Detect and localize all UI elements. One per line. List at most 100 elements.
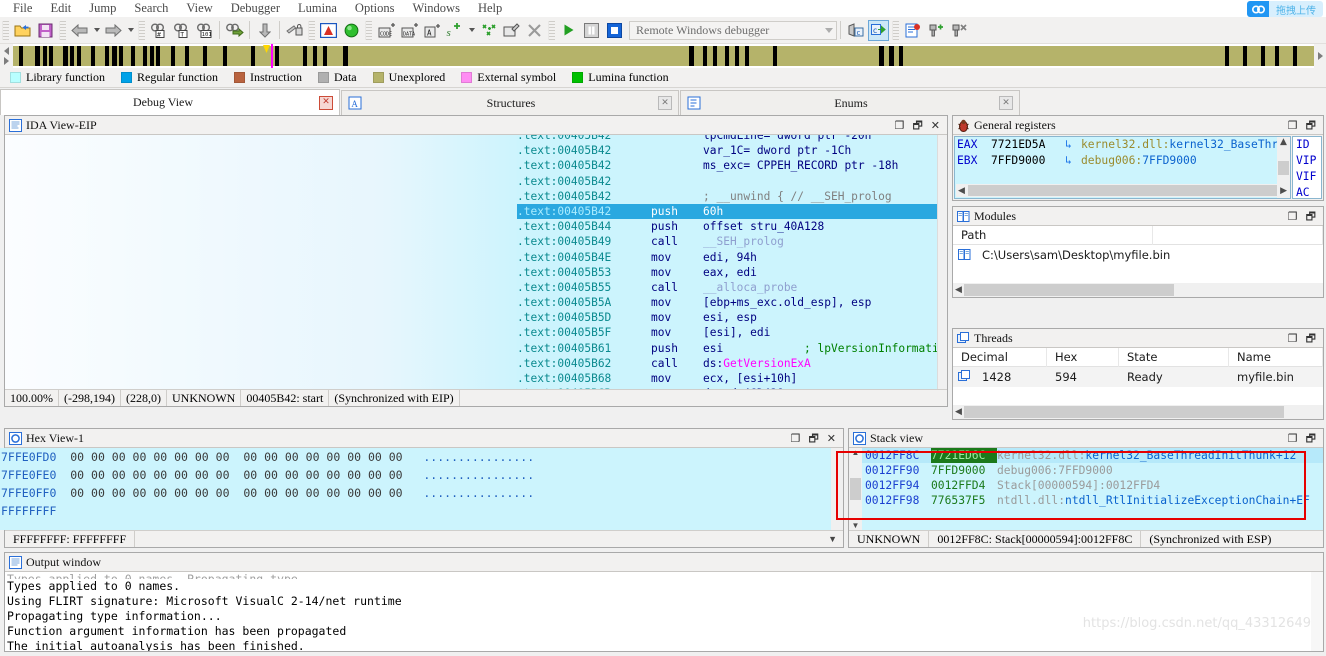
restore-icon[interactable]: 🗗 bbox=[808, 433, 818, 444]
scroll-thumb[interactable] bbox=[850, 478, 861, 500]
menu-item-search[interactable]: Search bbox=[125, 0, 177, 17]
maximize-icon[interactable]: ❐ bbox=[791, 433, 801, 444]
open-file-button[interactable] bbox=[12, 20, 33, 41]
registers-list[interactable]: EAX 7721ED5A ↳ kernel32.dll:kernel32_BaseTh… bbox=[954, 136, 1291, 199]
edit-function-button[interactable] bbox=[501, 20, 522, 41]
make-struct-button[interactable]: s bbox=[444, 20, 465, 41]
stack-description[interactable]: Stack[00000594]:0012FFD4 bbox=[997, 478, 1160, 493]
registers-hscrollbar[interactable]: ◀ ▶ bbox=[956, 184, 1289, 197]
modules-column-extra[interactable] bbox=[1153, 226, 1323, 245]
disassembly-line[interactable]: .text:00405B4E mov edi, 94h bbox=[517, 250, 937, 265]
disassembly-line[interactable]: .text:00405B5F mov [esi], edi bbox=[517, 325, 937, 340]
threads-column-name[interactable]: Name bbox=[1229, 348, 1323, 367]
make-ascii-button[interactable]: A bbox=[421, 20, 442, 41]
hex-bytes[interactable]: 00 00 00 00 00 00 00 00 00 00 00 00 00 0… bbox=[70, 450, 402, 464]
stack-row[interactable]: 0012FF94 0012FFD4 Stack[00000594]:0012FFD4 bbox=[862, 478, 1323, 493]
toolbar-grip[interactable] bbox=[2, 20, 9, 40]
menu-item-help[interactable]: Help bbox=[469, 0, 511, 17]
scroll-right-icon[interactable]: ▶ bbox=[1278, 186, 1289, 196]
disassembly-line[interactable]: .text:00405B61 push esi ; lpVersionInforma… bbox=[517, 341, 937, 356]
navigate-back-button[interactable] bbox=[69, 20, 90, 41]
maximize-icon[interactable]: ❐ bbox=[1288, 211, 1298, 222]
pause-process-button[interactable] bbox=[581, 20, 602, 41]
threads-hscrollbar[interactable]: ◀ bbox=[953, 405, 1323, 419]
toolbar-grip-7[interactable] bbox=[892, 20, 899, 40]
hex-row[interactable]: 7FFE0FF0 00 00 00 00 00 00 00 00 00 00 0… bbox=[0, 484, 843, 502]
tab-structures[interactable]: A Structures ✕ bbox=[341, 90, 679, 115]
menu-item-view[interactable]: View bbox=[177, 0, 221, 17]
menu-item-file[interactable]: File bbox=[4, 0, 41, 17]
close-icon[interactable]: ✕ bbox=[827, 433, 836, 444]
warning-button[interactable] bbox=[318, 20, 339, 41]
modules-hscrollbar[interactable]: ◀ bbox=[953, 283, 1323, 297]
forward-dropdown[interactable] bbox=[125, 20, 136, 41]
restore-icon[interactable]: 🗗 bbox=[912, 120, 922, 131]
jump-to-xref-button[interactable] bbox=[224, 20, 245, 41]
threads-column-state[interactable]: State bbox=[1119, 348, 1229, 367]
disassembly-line[interactable]: .text:00405B42 lpCmdLine= dword ptr -20h bbox=[517, 135, 937, 143]
qq-upload-widget[interactable]: 拖拽上传 bbox=[1247, 1, 1323, 17]
close-icon[interactable]: ✕ bbox=[658, 96, 672, 110]
restore-icon[interactable]: 🗗 bbox=[1306, 333, 1316, 344]
navigator-strip[interactable] bbox=[13, 44, 1314, 68]
disassembly-line[interactable]: .text:00405B42 ; __unwind { // __SEH_prol… bbox=[517, 189, 937, 204]
stack-value[interactable]: 7721ED6C bbox=[931, 448, 997, 463]
start-process-button[interactable] bbox=[558, 20, 579, 41]
toolbar-grip-4[interactable] bbox=[308, 20, 315, 40]
table-row[interactable]: 1428 594 Ready myfile.bin bbox=[953, 367, 1323, 387]
stack-row[interactable]: 0012FF98 776537F5 ntdll.dll:ntdll_RtlIniti… bbox=[862, 493, 1323, 508]
flag-vif[interactable]: VIF bbox=[1296, 169, 1321, 185]
jump-to-number-button[interactable]: 101 bbox=[194, 20, 215, 41]
breakpoint-list-button[interactable] bbox=[902, 20, 923, 41]
save-file-button[interactable] bbox=[35, 20, 56, 41]
output-scrollbar[interactable] bbox=[1311, 572, 1323, 651]
add-breakpoint-button[interactable] bbox=[925, 20, 946, 41]
flag-vip[interactable]: VIP bbox=[1296, 153, 1321, 169]
maximize-icon[interactable]: ❐ bbox=[1288, 433, 1298, 444]
scroll-down-icon[interactable]: ▼ bbox=[852, 521, 860, 530]
run-to-cursor-button[interactable] bbox=[341, 20, 362, 41]
hex-row[interactable]: FFFFFFFF bbox=[0, 502, 843, 520]
nav-right-arrow-icon[interactable] bbox=[4, 57, 9, 65]
menu-item-options[interactable]: Options bbox=[346, 0, 404, 17]
jump-to-address-button[interactable]: # bbox=[148, 20, 169, 41]
disassembly-line[interactable]: .text:00405B42 push 60h bbox=[517, 203, 937, 220]
hex-view-scrollbar[interactable] bbox=[831, 448, 843, 530]
modules-list[interactable]: Path C:\Users\sam\Desktop\myfile.bin … ◀ bbox=[953, 226, 1323, 297]
stack-value[interactable]: 776537F5 bbox=[931, 493, 997, 508]
register-target[interactable]: debug006:7FFD9000 bbox=[1081, 153, 1197, 169]
make-code-button[interactable]: CODE bbox=[375, 20, 396, 41]
maximize-icon[interactable]: ❐ bbox=[1288, 120, 1298, 131]
modules-column-path[interactable]: Path bbox=[953, 226, 1153, 245]
back-dropdown[interactable] bbox=[91, 20, 102, 41]
navigator-scroll-arrows[interactable] bbox=[0, 44, 13, 68]
attach-to-process-button[interactable]: c bbox=[868, 19, 889, 41]
disassembly-line[interactable]: .text:00405B68 mov ecx, [esi+10h] bbox=[517, 371, 937, 386]
disassembly-line[interactable]: .text:00405B62 call ds:GetVersionExA bbox=[517, 356, 937, 371]
stack-rows-area[interactable]: 0012FF8C 7721ED6C kernel32.dll:kernel32_Ba… bbox=[862, 448, 1323, 530]
menu-item-debugger[interactable]: Debugger bbox=[222, 0, 289, 17]
hex-bytes[interactable]: 00 00 00 00 00 00 00 00 00 00 00 00 00 0… bbox=[70, 468, 402, 482]
flag-id[interactable]: ID bbox=[1296, 137, 1321, 153]
no-jump-button[interactable] bbox=[284, 20, 305, 41]
disassembly-line[interactable]: .text:00405B42 ms_exc= CPPEH_RECORD ptr -… bbox=[517, 158, 937, 173]
navigator-right-arrow[interactable] bbox=[1314, 44, 1326, 68]
hex-row[interactable]: 7FFE0FD0 00 00 00 00 00 00 00 00 00 00 0… bbox=[0, 448, 843, 466]
register-target[interactable]: kernel32.dll:kernel32_BaseThre bbox=[1081, 137, 1285, 153]
restore-icon[interactable]: 🗗 bbox=[1306, 433, 1316, 444]
stack-value[interactable]: 7FFD9000 bbox=[931, 463, 997, 478]
delete-breakpoint-button[interactable] bbox=[948, 20, 969, 41]
stack-value[interactable]: 0012FFD4 bbox=[931, 478, 997, 493]
table-row[interactable]: C:\Users\sam\Desktop\myfile.bin bbox=[953, 245, 1323, 265]
threads-list[interactable]: Decimal Hex State Name 1428 594 Ready my… bbox=[953, 348, 1323, 419]
struct-dropdown[interactable] bbox=[466, 20, 477, 41]
menu-item-windows[interactable]: Windows bbox=[404, 0, 469, 17]
menu-item-jump[interactable]: Jump bbox=[80, 0, 125, 17]
disassembly-scrollbar[interactable] bbox=[937, 135, 947, 389]
jump-to-name-button[interactable]: T bbox=[171, 20, 192, 41]
scroll-up-icon[interactable]: ▲ bbox=[1280, 137, 1287, 148]
register-value[interactable]: 7FFD9000 bbox=[991, 153, 1065, 169]
disassembly-line[interactable]: .text:00405B49 call __SEH_prolog bbox=[517, 234, 937, 249]
close-icon[interactable]: ✕ bbox=[319, 95, 333, 110]
hex-bytes[interactable]: 00 00 00 00 00 00 00 00 00 00 00 00 00 0… bbox=[70, 486, 402, 500]
